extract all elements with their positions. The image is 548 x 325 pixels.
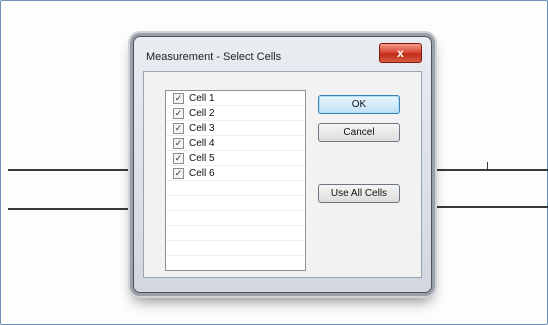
cell-label: Cell 4 [189, 137, 215, 149]
empty-row [166, 181, 305, 196]
list-item-cell-4[interactable]: ✓ Cell 4 [166, 136, 305, 151]
checkbox-cell-2[interactable]: ✓ [173, 107, 184, 119]
use-all-cells-button[interactable]: Use All Cells [318, 184, 400, 203]
list-item-cell-5[interactable]: ✓ Cell 5 [166, 151, 305, 166]
list-item-cell-1[interactable]: ✓ Cell 1 [166, 91, 305, 106]
list-item-cell-3[interactable]: ✓ Cell 3 [166, 121, 305, 136]
checkbox-cell-5[interactable]: ✓ [173, 152, 184, 164]
empty-row [166, 211, 305, 226]
close-button[interactable]: x [379, 43, 422, 63]
cell-label: Cell 5 [189, 152, 215, 164]
cell-list: ✓ Cell 1 ✓ Cell 2 ✓ Cell 3 ✓ Cell 4 ✓ Ce… [165, 90, 306, 271]
ok-button[interactable]: OK [318, 95, 400, 114]
cell-label: Cell 1 [189, 92, 215, 104]
dialog-client-area: ✓ Cell 1 ✓ Cell 2 ✓ Cell 3 ✓ Cell 4 ✓ Ce… [143, 71, 422, 278]
close-icon: x [397, 46, 404, 60]
checkbox-cell-4[interactable]: ✓ [173, 137, 184, 149]
dialog-title: Measurement - Select Cells [146, 51, 282, 63]
select-cells-dialog: Measurement - Select Cells x ✓ Cell 1 ✓ … [133, 36, 432, 293]
list-item-cell-2[interactable]: ✓ Cell 2 [166, 106, 305, 121]
cancel-button[interactable]: Cancel [318, 123, 400, 142]
wire-right-top [424, 169, 548, 171]
list-item-cell-6[interactable]: ✓ Cell 6 [166, 166, 305, 181]
checkbox-cell-3[interactable]: ✓ [173, 122, 184, 134]
checkbox-cell-1[interactable]: ✓ [173, 92, 184, 104]
wire-left-bottom [8, 208, 140, 210]
cell-label: Cell 6 [189, 167, 215, 179]
checkbox-cell-6[interactable]: ✓ [173, 167, 184, 179]
cell-label: Cell 2 [189, 107, 215, 119]
empty-row [166, 196, 305, 211]
wire-left-top [8, 169, 140, 171]
empty-row [166, 241, 305, 256]
wire-marker [487, 162, 488, 169]
wire-right-bottom [424, 206, 548, 208]
cell-label: Cell 3 [189, 122, 215, 134]
empty-row [166, 226, 305, 241]
